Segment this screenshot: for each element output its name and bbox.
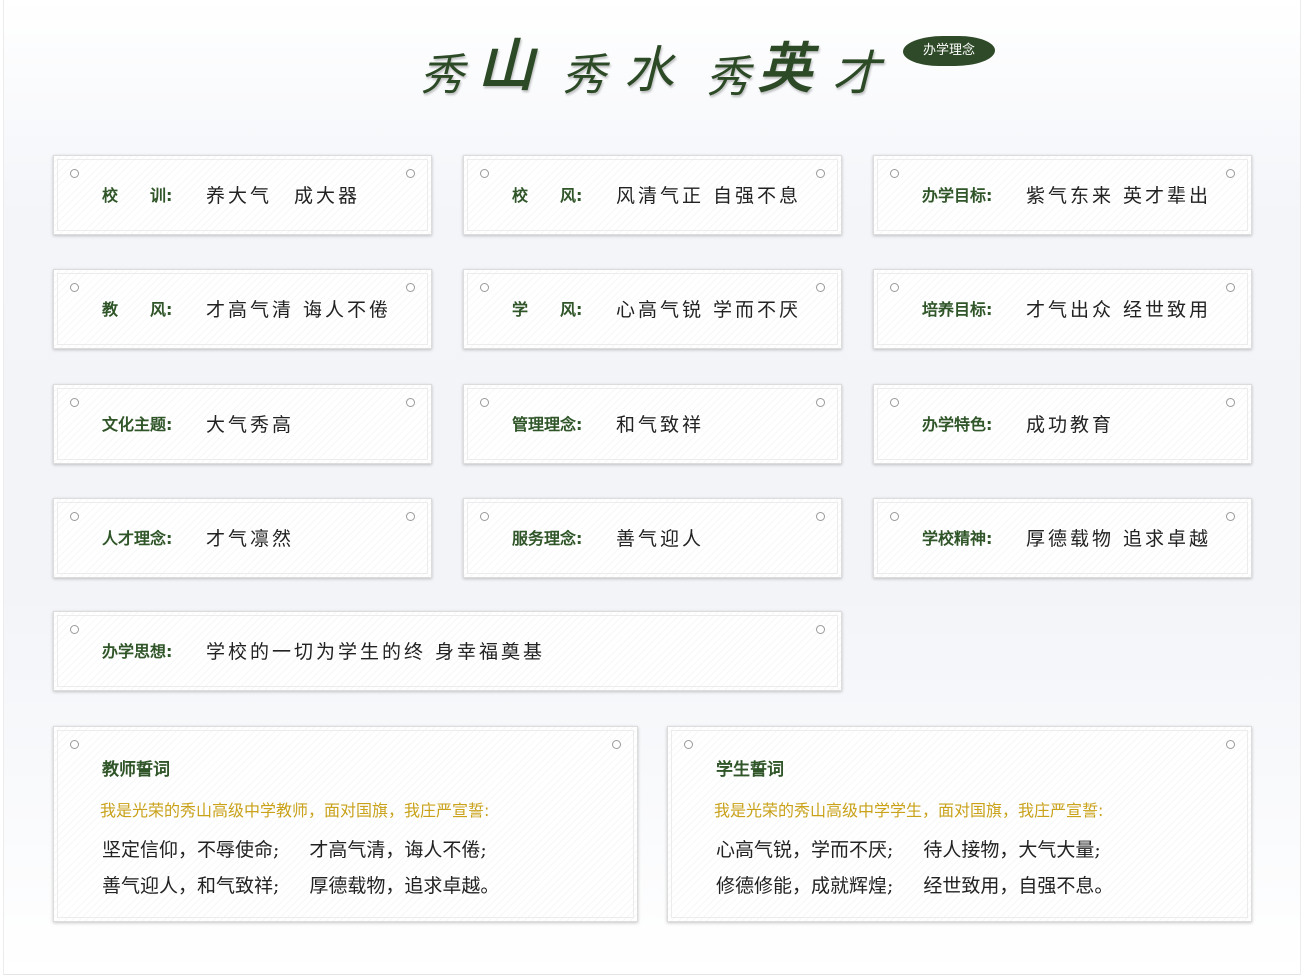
card-value: 和气致祥 — [616, 414, 705, 436]
pledge-title: 学生誓词 — [716, 760, 784, 780]
student-pledge-card: 学生誓词 我是光荣的秀山高级中学学生，面对国旗，我庄严宣誓: 心高气锐，学而不厌… — [667, 726, 1252, 922]
pin-dot — [890, 283, 899, 292]
card-goal: 办学目标: 紫气东来 英才辈出 — [873, 155, 1252, 235]
pin-dot — [1226, 398, 1235, 407]
pin-dot — [406, 398, 415, 407]
pin-dot — [480, 169, 489, 178]
pin-dot — [70, 512, 79, 521]
title-char: 山 — [478, 33, 534, 99]
pin-dot — [406, 169, 415, 178]
card-label: 学 风: — [512, 300, 583, 319]
card-label: 培养目标: — [922, 300, 993, 319]
pledge-phrase: 修德修能，成就辉煌; — [716, 875, 894, 897]
pin-dot — [816, 169, 825, 178]
card-label: 管理理念: — [512, 415, 583, 434]
pin-dot — [816, 398, 825, 407]
pin-dot — [70, 169, 79, 178]
pin-dot — [1226, 512, 1235, 521]
card-value: 才气出众 经世致用 — [1026, 299, 1212, 321]
pledge-line: 修德修能，成就辉煌; 经世致用，自强不息。 — [716, 871, 1113, 898]
title-char: 英 — [758, 36, 812, 100]
pledge-line: 心高气锐，学而不厌; 待人接物，大气大量; — [716, 835, 1101, 862]
pin-dot — [70, 398, 79, 407]
pin-dot — [70, 625, 79, 634]
card-value: 才气凛然 — [206, 528, 295, 550]
title-char: 秀 — [706, 52, 750, 103]
pin-dot — [1226, 740, 1235, 749]
card-feature: 办学特色: 成功教育 — [873, 384, 1252, 464]
card-value: 成功教育 — [1026, 414, 1115, 436]
pin-dot — [406, 283, 415, 292]
pledge-phrase: 经世致用，自强不息。 — [923, 875, 1114, 897]
card-label: 文化主题: — [102, 415, 173, 434]
pin-dot — [612, 740, 621, 749]
pin-dot — [890, 398, 899, 407]
title-char: 秀 — [420, 50, 464, 101]
card-label: 学校精神: — [922, 529, 993, 548]
card-service: 服务理念: 善气迎人 — [463, 498, 842, 578]
pin-dot — [406, 512, 415, 521]
card-school-ethos: 学校精神: 厚德载物 追求卓越 — [873, 498, 1252, 578]
card-label: 人才理念: — [102, 529, 173, 548]
card-value: 心高气锐 学而不厌 — [616, 299, 802, 321]
card-value: 厚德载物 追求卓越 — [1026, 528, 1212, 550]
title-char: 才 — [832, 46, 881, 102]
card-label: 校 风: — [512, 186, 583, 205]
pledge-phrase: 善气迎人，和气致祥; — [102, 875, 280, 897]
pledge-phrase: 厚德载物，追求卓越。 — [309, 875, 500, 897]
card-value: 紫气东来 英才辈出 — [1026, 185, 1212, 207]
pin-dot — [480, 512, 489, 521]
teacher-pledge-card: 教师誓词 我是光荣的秀山高级中学教师，面对国旗，我庄严宣誓: 坚定信仰，不辱使命… — [53, 726, 638, 922]
card-teaching-style: 教 风: 才高气清 诲人不倦 — [53, 269, 432, 349]
pin-dot — [480, 398, 489, 407]
pin-dot — [684, 740, 693, 749]
pin-dot — [480, 283, 489, 292]
title-char: 秀 — [562, 50, 606, 101]
card-school-spirit: 校 风: 风清气正 自强不息 — [463, 155, 842, 235]
pledge-title: 教师誓词 — [102, 760, 170, 780]
card-label: 办学思想: — [102, 642, 173, 661]
card-philosophy: 办学思想: 学校的一切为学生的终 身幸福奠基 — [53, 611, 842, 691]
card-motto: 校 训: 养大气 成大器 — [53, 155, 432, 235]
pin-dot — [816, 283, 825, 292]
pin-dot — [890, 169, 899, 178]
philosophy-badge: 办学理念 — [903, 36, 995, 66]
pledge-phrase: 心高气锐，学而不厌; — [716, 839, 894, 861]
card-management: 管理理念: 和气致祥 — [463, 384, 842, 464]
title-char: 水 — [624, 41, 674, 99]
card-value: 才高气清 诲人不倦 — [206, 299, 392, 321]
pin-dot — [70, 283, 79, 292]
pledge-phrase: 待人接物，大气大量; — [923, 839, 1101, 861]
pledge-intro: 我是光荣的秀山高级中学教师，面对国旗，我庄严宣誓: — [100, 801, 490, 820]
card-label: 校 训: — [102, 186, 173, 205]
card-value: 学校的一切为学生的终 身幸福奠基 — [206, 641, 546, 663]
card-value: 养大气 成大器 — [206, 185, 361, 207]
card-value: 善气迎人 — [616, 528, 705, 550]
pledge-phrase: 坚定信仰，不辱使命; — [102, 839, 280, 861]
pledge-phrase: 才高气清，诲人不倦; — [309, 839, 487, 861]
pledge-line: 善气迎人，和气致祥; 厚德载物，追求卓越。 — [102, 871, 499, 898]
pin-dot — [1226, 283, 1235, 292]
pin-dot — [816, 512, 825, 521]
pin-dot — [70, 740, 79, 749]
pledge-line: 坚定信仰，不辱使命; 才高气清，诲人不倦; — [102, 835, 487, 862]
pledge-intro: 我是光荣的秀山高级中学学生，面对国旗，我庄严宣誓: — [714, 801, 1104, 820]
pin-dot — [890, 512, 899, 521]
page-title: 秀 山 秀 水 秀 英 才 — [420, 36, 890, 110]
card-study-style: 学 风: 心高气锐 学而不厌 — [463, 269, 842, 349]
card-label: 办学特色: — [922, 415, 993, 434]
card-culture-theme: 文化主题: 大气秀高 — [53, 384, 432, 464]
card-label: 服务理念: — [512, 529, 583, 548]
pin-dot — [816, 625, 825, 634]
card-value: 大气秀高 — [206, 414, 295, 436]
card-label: 教 风: — [102, 300, 173, 319]
card-label: 办学目标: — [922, 186, 993, 205]
card-training-goal: 培养目标: 才气出众 经世致用 — [873, 269, 1252, 349]
card-value: 风清气正 自强不息 — [616, 185, 802, 207]
card-talent: 人才理念: 才气凛然 — [53, 498, 432, 578]
pin-dot — [1226, 169, 1235, 178]
